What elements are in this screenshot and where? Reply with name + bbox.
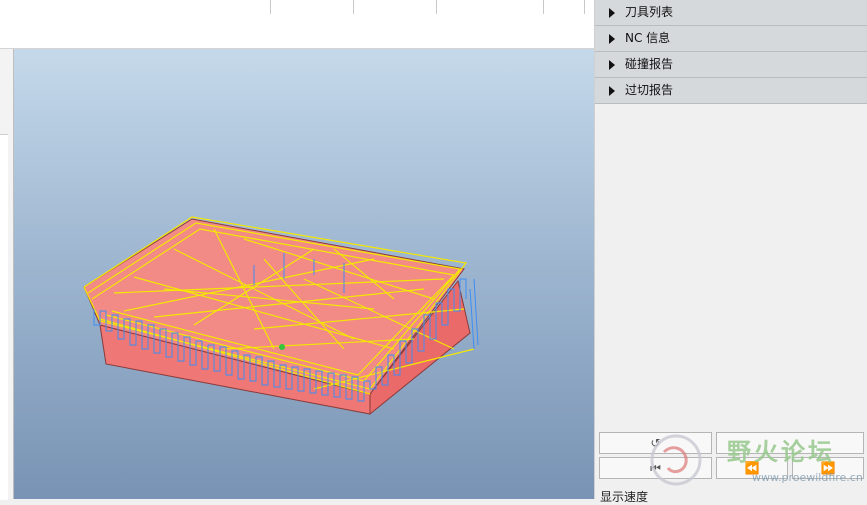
watermark-url: www.proewildfire.cn — [752, 471, 863, 484]
watermark-text: 野火论坛 — [727, 438, 835, 466]
expand-triangle-icon — [609, 8, 615, 18]
expand-triangle-icon — [609, 34, 615, 44]
display-speed-label: 显示速度 — [600, 490, 649, 504]
section-collision-report[interactable]: 碰撞报告 — [595, 52, 867, 78]
toolbar-separator — [543, 0, 544, 14]
section-nc-info[interactable]: NC 信息 — [595, 26, 867, 52]
toolbar-separator — [436, 0, 437, 14]
tool-position-marker — [279, 344, 285, 350]
section-nc-info-label: NC 信息 — [625, 31, 671, 45]
toolbar-separator — [584, 0, 585, 14]
simulation-side-panel: 刀具列表 NC 信息 碰撞报告 过切报告 — [594, 0, 867, 499]
section-tool-list-label: 刀具列表 — [625, 5, 674, 19]
expand-triangle-icon — [609, 86, 615, 96]
section-gouge-report-label: 过切报告 — [625, 83, 674, 97]
watermark-logo — [650, 434, 702, 486]
model-tree-panel[interactable] — [0, 49, 14, 500]
simulation-scene — [83, 216, 479, 416]
section-tool-list[interactable]: 刀具列表 — [595, 0, 867, 26]
toolbar-separator — [270, 0, 271, 14]
3d-viewport[interactable] — [14, 49, 594, 499]
ribbon-toolbar-area — [0, 0, 594, 49]
section-collision-report-label: 碰撞报告 — [625, 57, 674, 71]
toolbar-separator — [353, 0, 354, 14]
model-tree-list[interactable] — [0, 134, 8, 500]
expand-triangle-icon — [609, 60, 615, 70]
section-gouge-report[interactable]: 过切报告 — [595, 78, 867, 104]
